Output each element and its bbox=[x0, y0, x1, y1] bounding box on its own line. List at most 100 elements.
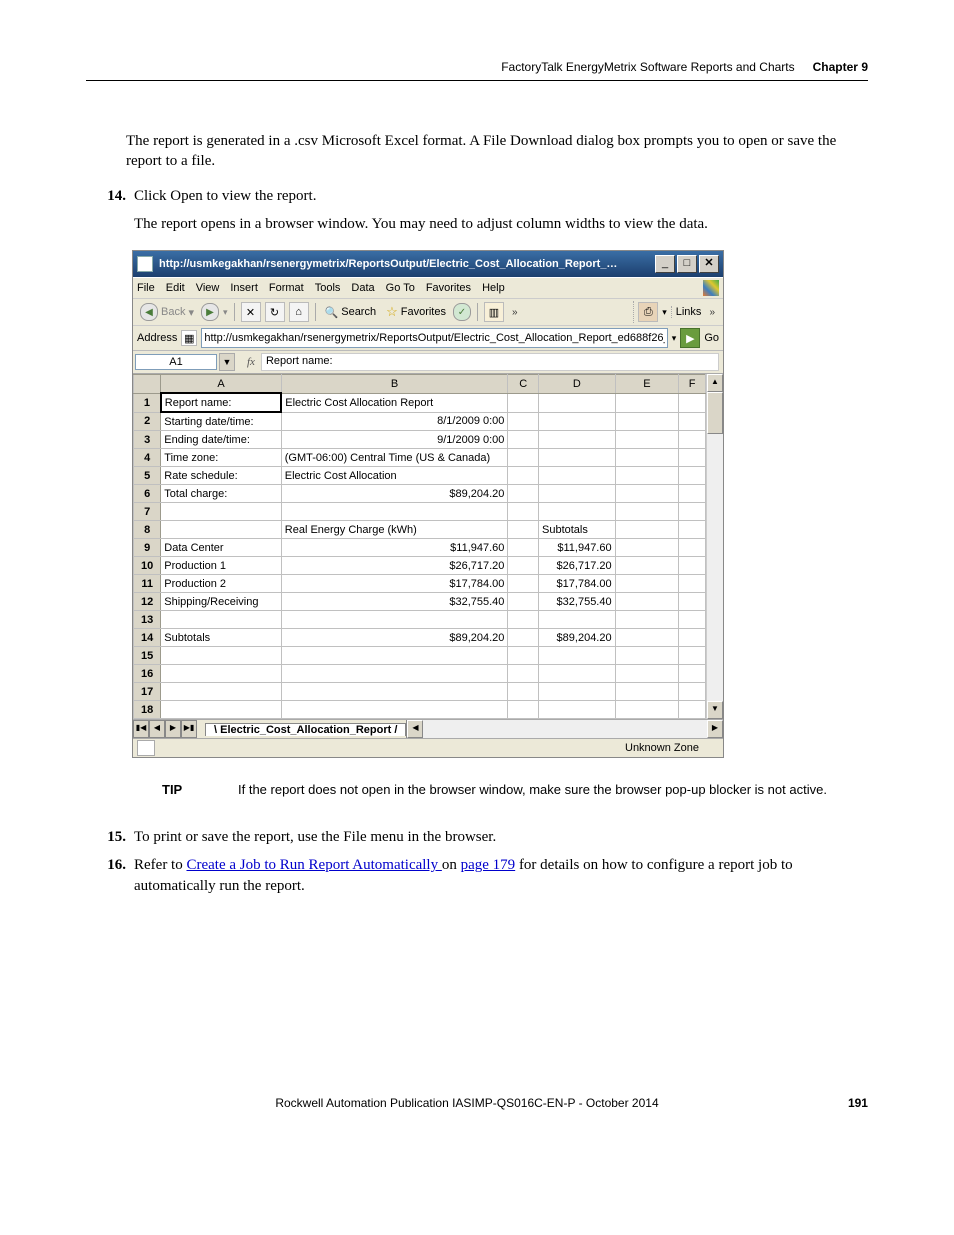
favorites-button[interactable]: Favorites bbox=[383, 302, 449, 322]
menu-view[interactable]: View bbox=[196, 282, 220, 294]
first-sheet-button[interactable]: ▮◀ bbox=[133, 720, 149, 738]
cell[interactable] bbox=[508, 521, 539, 539]
row-header[interactable]: 1 bbox=[134, 393, 161, 412]
address-input[interactable] bbox=[201, 328, 667, 348]
scroll-thumb[interactable] bbox=[707, 392, 723, 434]
cell[interactable] bbox=[679, 539, 706, 557]
cell[interactable]: $11,947.60 bbox=[281, 539, 508, 557]
cell[interactable] bbox=[615, 629, 679, 647]
row-header[interactable]: 18 bbox=[134, 701, 161, 719]
cell[interactable]: $32,755.40 bbox=[539, 593, 616, 611]
scroll-right-button[interactable]: ▶ bbox=[707, 720, 723, 738]
vertical-scrollbar[interactable]: ▲ ▼ bbox=[706, 374, 723, 719]
cell[interactable] bbox=[539, 485, 616, 503]
cell[interactable] bbox=[508, 449, 539, 467]
cell[interactable] bbox=[615, 683, 679, 701]
cell[interactable] bbox=[161, 611, 281, 629]
cell[interactable] bbox=[679, 611, 706, 629]
row-header[interactable]: 12 bbox=[134, 593, 161, 611]
page-setup-button[interactable]: ▥ bbox=[484, 302, 504, 322]
name-box-dropdown[interactable]: ▼ bbox=[219, 353, 235, 371]
cell[interactable] bbox=[679, 647, 706, 665]
prev-sheet-button[interactable]: ◀ bbox=[149, 720, 165, 738]
cell[interactable] bbox=[615, 665, 679, 683]
spreadsheet-grid[interactable]: A B C D E F 1Report name:Electric Cost A… bbox=[133, 374, 706, 719]
dropdown-icon[interactable]: ▾ bbox=[672, 333, 677, 344]
overflow-icon[interactable]: » bbox=[705, 307, 719, 318]
row-header[interactable]: 9 bbox=[134, 539, 161, 557]
cell[interactable] bbox=[679, 485, 706, 503]
history-button[interactable]: ✓ bbox=[453, 303, 471, 321]
cell[interactable] bbox=[615, 647, 679, 665]
cell[interactable] bbox=[508, 593, 539, 611]
cell[interactable] bbox=[539, 611, 616, 629]
cell[interactable] bbox=[615, 557, 679, 575]
home-button[interactable]: ⌂ bbox=[289, 302, 309, 322]
horizontal-scrollbar[interactable]: ◀ ▶ bbox=[407, 720, 723, 738]
cell[interactable] bbox=[679, 665, 706, 683]
cell[interactable] bbox=[679, 393, 706, 412]
cell[interactable] bbox=[615, 539, 679, 557]
select-all-corner[interactable] bbox=[134, 375, 161, 394]
row-header[interactable]: 5 bbox=[134, 467, 161, 485]
minimize-button[interactable]: _ bbox=[655, 255, 675, 273]
cell[interactable]: (GMT-06:00) Central Time (US & Canada) bbox=[281, 449, 508, 467]
cell[interactable] bbox=[615, 593, 679, 611]
create-job-link[interactable]: Create a Job to Run Report Automatically bbox=[186, 857, 441, 873]
cell[interactable]: $17,784.00 bbox=[539, 575, 616, 593]
row-header[interactable]: 10 bbox=[134, 557, 161, 575]
cell[interactable] bbox=[281, 611, 508, 629]
scroll-up-button[interactable]: ▲ bbox=[707, 374, 723, 392]
col-header[interactable]: A bbox=[161, 375, 281, 394]
overflow-icon[interactable]: » bbox=[508, 307, 522, 318]
cell[interactable] bbox=[539, 503, 616, 521]
cell[interactable] bbox=[508, 683, 539, 701]
cell[interactable] bbox=[508, 611, 539, 629]
cell[interactable] bbox=[508, 393, 539, 412]
cell[interactable]: Electric Cost Allocation Report bbox=[281, 393, 508, 412]
cell[interactable] bbox=[615, 485, 679, 503]
cell[interactable] bbox=[539, 647, 616, 665]
cell[interactable] bbox=[615, 575, 679, 593]
cell[interactable] bbox=[539, 683, 616, 701]
close-button[interactable]: ✕ bbox=[699, 255, 719, 273]
cell[interactable] bbox=[161, 647, 281, 665]
cell[interactable] bbox=[508, 467, 539, 485]
last-sheet-button[interactable]: ▶▮ bbox=[181, 720, 197, 738]
cell[interactable]: Rate schedule: bbox=[161, 467, 281, 485]
sheet-tab[interactable]: \ Electric_Cost_Allocation_Report / bbox=[205, 723, 406, 736]
cell[interactable] bbox=[679, 503, 706, 521]
page-179-link[interactable]: page 179 bbox=[461, 857, 516, 873]
row-header[interactable]: 14 bbox=[134, 629, 161, 647]
next-sheet-button[interactable]: ▶ bbox=[165, 720, 181, 738]
col-header[interactable]: B bbox=[281, 375, 508, 394]
cell[interactable] bbox=[508, 665, 539, 683]
row-header[interactable]: 13 bbox=[134, 611, 161, 629]
cell[interactable]: $26,717.20 bbox=[281, 557, 508, 575]
cell[interactable]: 9/1/2009 0:00 bbox=[281, 431, 508, 449]
menu-data[interactable]: Data bbox=[351, 282, 374, 294]
links-label[interactable]: Links bbox=[671, 306, 702, 318]
cell[interactable]: Electric Cost Allocation bbox=[281, 467, 508, 485]
cell[interactable] bbox=[161, 503, 281, 521]
col-header[interactable]: C bbox=[508, 375, 539, 394]
search-button[interactable]: Search bbox=[322, 302, 380, 322]
cell[interactable] bbox=[539, 665, 616, 683]
cell[interactable] bbox=[679, 575, 706, 593]
menu-edit[interactable]: Edit bbox=[166, 282, 185, 294]
cell[interactable] bbox=[508, 629, 539, 647]
scroll-down-button[interactable]: ▼ bbox=[707, 701, 723, 719]
cell[interactable] bbox=[679, 449, 706, 467]
cell[interactable] bbox=[615, 503, 679, 521]
row-header[interactable]: 2 bbox=[134, 412, 161, 431]
cell[interactable] bbox=[539, 393, 616, 412]
cell[interactable]: Subtotals bbox=[161, 629, 281, 647]
col-header[interactable]: D bbox=[539, 375, 616, 394]
cell[interactable] bbox=[679, 701, 706, 719]
cell[interactable]: 8/1/2009 0:00 bbox=[281, 412, 508, 431]
forward-button[interactable]: ▶ bbox=[201, 303, 219, 321]
name-box[interactable]: A1 bbox=[135, 354, 217, 370]
cell[interactable]: Total charge: bbox=[161, 485, 281, 503]
menu-format[interactable]: Format bbox=[269, 282, 304, 294]
row-header[interactable]: 15 bbox=[134, 647, 161, 665]
